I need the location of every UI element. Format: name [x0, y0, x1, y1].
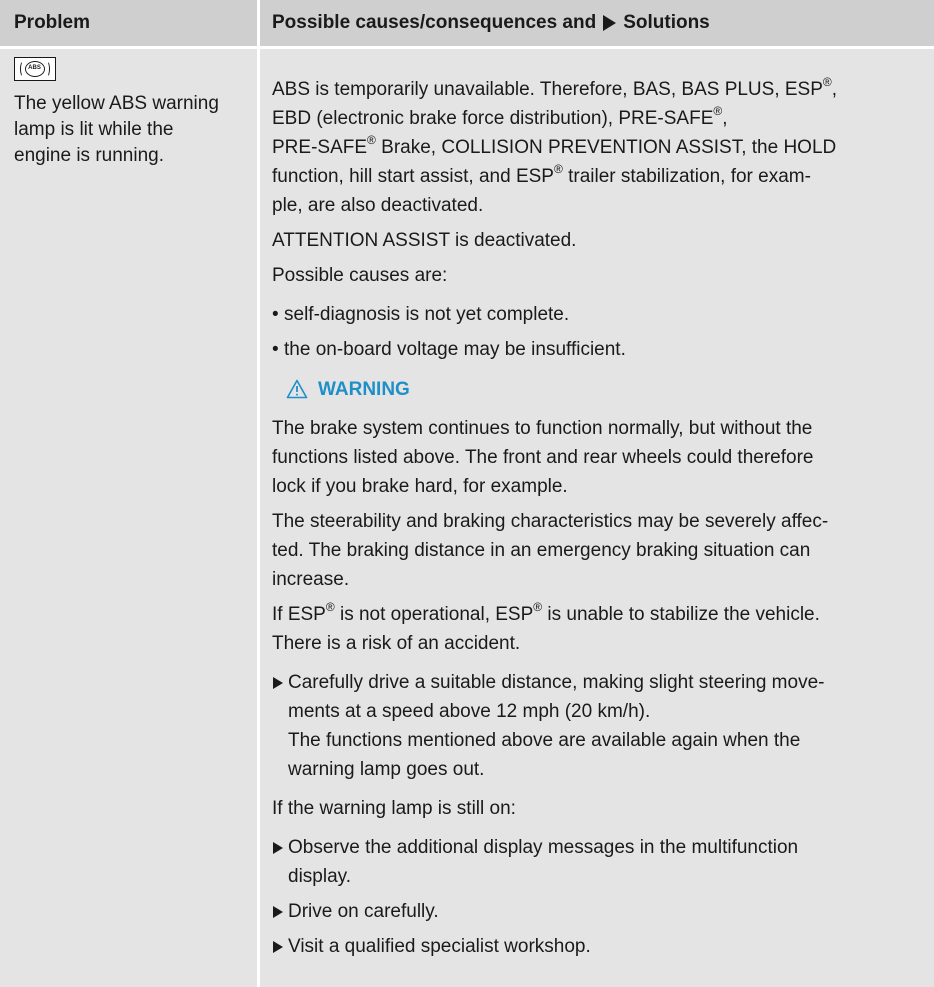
- step-arrow-icon: [272, 668, 288, 784]
- warning-paragraph: If ESP® is not operational, ESP® is unab…: [272, 599, 820, 625]
- header-causes-prefix: Possible causes/consequences and: [272, 12, 597, 33]
- risk-text: There is a risk of an accident.: [272, 633, 521, 654]
- instruction-step: Observe the additional display messages …: [272, 833, 924, 891]
- solution-arrow-icon: [603, 15, 617, 31]
- bullet-icon: •: [272, 304, 279, 325]
- list-item: • self-diagnosis is not yet complete.: [272, 300, 924, 329]
- header-divider: [257, 0, 260, 46]
- abs-lamp-label: ABS: [28, 65, 41, 71]
- problem-cell: ABS The yellow ABS warning lamp is lit w…: [14, 55, 252, 169]
- header-problem: Problem: [14, 12, 91, 33]
- instruction-step: Carefully drive a suitable distance, mak…: [272, 668, 924, 784]
- step-arrow-icon: [272, 897, 288, 926]
- unavailable-paragraph: ABS is temporarily unavailable. Therefor…: [272, 74, 838, 216]
- possible-causes-label: Possible causes are:: [272, 265, 448, 286]
- warning-heading: WARNING: [286, 374, 924, 404]
- header-causes: Possible causes/consequences and Solutio…: [272, 0, 710, 46]
- step-arrow-icon: [272, 932, 288, 961]
- warning-paragraph: The brake system continues to function n…: [272, 418, 814, 497]
- problem-description: The yellow ABS warning lamp is lit while…: [14, 93, 219, 166]
- step-arrow-icon: [272, 833, 288, 891]
- instruction-step: Visit a qualified specialist workshop.: [272, 932, 924, 961]
- row-divider: [257, 49, 260, 987]
- warning-paragraph: The steerability and braking characteris…: [272, 511, 829, 590]
- instruction-step: Drive on carefully.: [272, 897, 924, 926]
- troubleshooting-table: Problem Possible causes/consequences and…: [0, 0, 934, 987]
- bullet-icon: •: [272, 339, 279, 360]
- warning-title: WARNING: [318, 378, 410, 400]
- attention-assist-text: ATTENTION ASSIST is deactivated.: [272, 230, 577, 251]
- abs-warning-lamp-icon: ABS: [14, 57, 56, 81]
- warning-triangle-icon: [286, 379, 308, 399]
- list-item: • the on-board voltage may be insufficien…: [272, 335, 924, 364]
- still-on-label: If the warning lamp is still on:: [272, 798, 516, 819]
- causes-cell: ABS is temporarily unavailable. Therefor…: [272, 75, 924, 961]
- header-causes-suffix: Solutions: [623, 12, 710, 33]
